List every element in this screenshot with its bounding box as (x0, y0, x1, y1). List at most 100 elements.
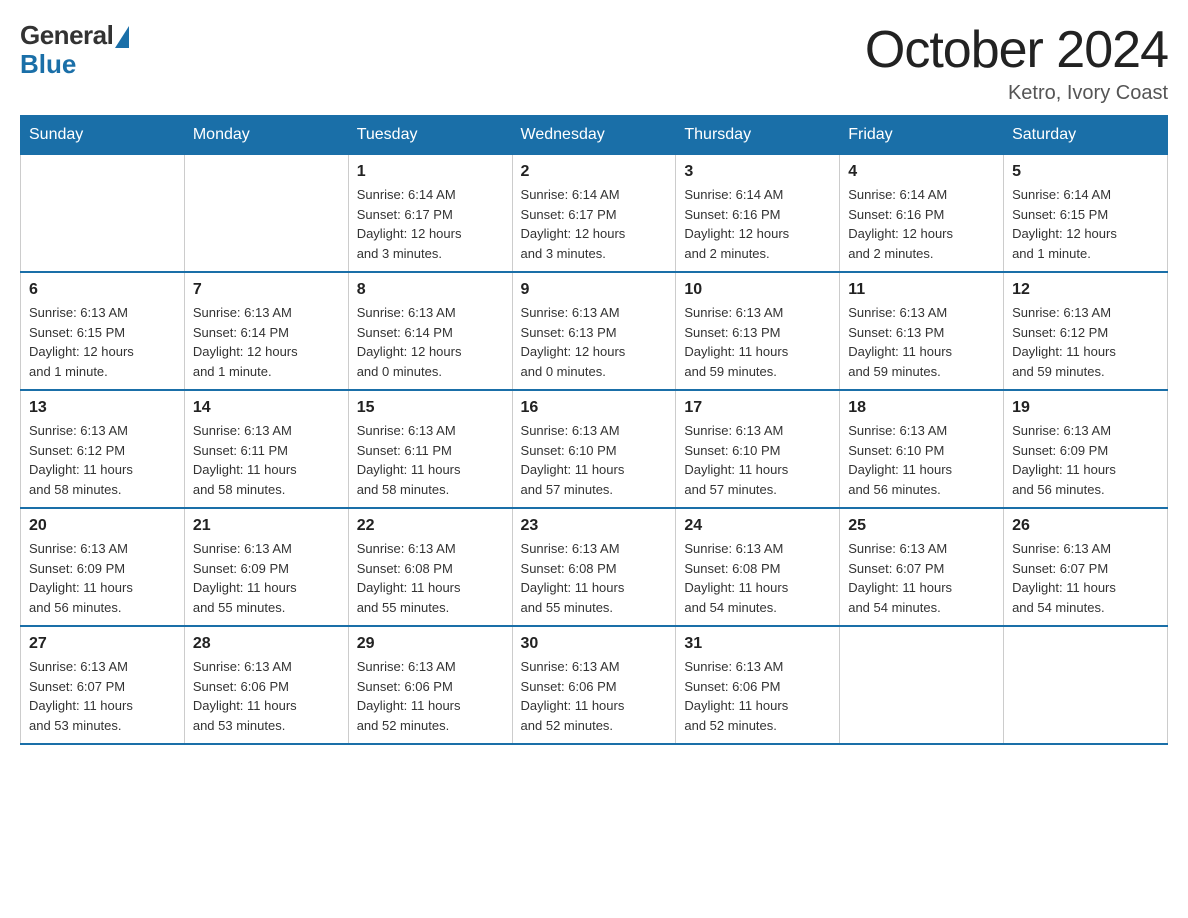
day-info: Sunrise: 6:13 AM Sunset: 6:06 PM Dayligh… (521, 657, 668, 735)
calendar-cell: 3 Sunrise: 6:14 AM Sunset: 6:16 PM Daylig… (676, 155, 840, 273)
calendar-header: SundayMondayTuesdayWednesdayThursdayFrid… (21, 116, 1168, 155)
day-number: 19 (1012, 399, 1159, 417)
day-info: Sunrise: 6:13 AM Sunset: 6:06 PM Dayligh… (684, 657, 831, 735)
calendar-cell: 30 Sunrise: 6:13 AM Sunset: 6:06 PM Dayli… (512, 626, 676, 744)
day-number: 15 (357, 399, 504, 417)
day-number: 8 (357, 281, 504, 299)
calendar-cell: 28 Sunrise: 6:13 AM Sunset: 6:06 PM Dayli… (184, 626, 348, 744)
day-number: 4 (848, 163, 995, 181)
calendar-week-4: 20Sunrise: 6:13 AM Sunset: 6:09 PM Dayli… (21, 508, 1168, 626)
day-info: Sunrise: 6:14 AM Sunset: 6:17 PM Dayligh… (521, 185, 668, 263)
day-info: Sunrise: 6:13 AM Sunset: 6:09 PM Dayligh… (1012, 421, 1159, 499)
day-number: 3 (684, 163, 831, 181)
day-number: 29 (357, 635, 504, 653)
calendar-cell: 11 Sunrise: 6:13 AM Sunset: 6:13 PM Dayli… (840, 272, 1004, 390)
logo-blue-text: Blue (20, 49, 76, 80)
calendar-cell: 19 Sunrise: 6:13 AM Sunset: 6:09 PM Dayli… (1004, 390, 1168, 508)
page-header: General Blue October 2024 Ketro, Ivory C… (20, 20, 1168, 105)
day-info: Sunrise: 6:13 AM Sunset: 6:13 PM Dayligh… (684, 303, 831, 381)
day-info: Sunrise: 6:13 AM Sunset: 6:06 PM Dayligh… (193, 657, 340, 735)
day-info: Sunrise: 6:13 AM Sunset: 6:10 PM Dayligh… (684, 421, 831, 499)
calendar-cell: 5 Sunrise: 6:14 AM Sunset: 6:15 PM Daylig… (1004, 155, 1168, 273)
calendar-cell (840, 626, 1004, 744)
day-info: Sunrise: 6:13 AM Sunset: 6:11 PM Dayligh… (357, 421, 504, 499)
calendar-cell: 31 Sunrise: 6:13 AM Sunset: 6:06 PM Dayli… (676, 626, 840, 744)
calendar-cell: 20Sunrise: 6:13 AM Sunset: 6:09 PM Dayli… (21, 508, 185, 626)
day-info: Sunrise: 6:14 AM Sunset: 6:16 PM Dayligh… (684, 185, 831, 263)
day-info: Sunrise: 6:13 AM Sunset: 6:08 PM Dayligh… (684, 539, 831, 617)
day-info: Sunrise: 6:13 AM Sunset: 6:07 PM Dayligh… (29, 657, 176, 735)
calendar-cell: 16 Sunrise: 6:13 AM Sunset: 6:10 PM Dayli… (512, 390, 676, 508)
day-info: Sunrise: 6:13 AM Sunset: 6:07 PM Dayligh… (1012, 539, 1159, 617)
day-info: Sunrise: 6:13 AM Sunset: 6:11 PM Dayligh… (193, 421, 340, 499)
day-number: 22 (357, 517, 504, 535)
day-number: 23 (521, 517, 668, 535)
calendar-cell: 21 Sunrise: 6:13 AM Sunset: 6:09 PM Dayli… (184, 508, 348, 626)
header-cell-wednesday: Wednesday (512, 116, 676, 155)
calendar-week-2: 6 Sunrise: 6:13 AM Sunset: 6:15 PM Daylig… (21, 272, 1168, 390)
day-number: 1 (357, 163, 504, 181)
day-info: Sunrise: 6:13 AM Sunset: 6:15 PM Dayligh… (29, 303, 176, 381)
day-info: Sunrise: 6:13 AM Sunset: 6:13 PM Dayligh… (521, 303, 668, 381)
calendar-table: SundayMondayTuesdayWednesdayThursdayFrid… (20, 115, 1168, 745)
calendar-week-1: 1 Sunrise: 6:14 AM Sunset: 6:17 PM Daylig… (21, 155, 1168, 273)
day-number: 12 (1012, 281, 1159, 299)
day-info: Sunrise: 6:13 AM Sunset: 6:13 PM Dayligh… (848, 303, 995, 381)
day-number: 25 (848, 517, 995, 535)
day-info: Sunrise: 6:13 AM Sunset: 6:06 PM Dayligh… (357, 657, 504, 735)
day-number: 9 (521, 281, 668, 299)
day-info: Sunrise: 6:13 AM Sunset: 6:09 PM Dayligh… (29, 539, 176, 617)
day-info: Sunrise: 6:13 AM Sunset: 6:12 PM Dayligh… (1012, 303, 1159, 381)
calendar-cell: 2 Sunrise: 6:14 AM Sunset: 6:17 PM Daylig… (512, 155, 676, 273)
day-number: 2 (521, 163, 668, 181)
day-number: 26 (1012, 517, 1159, 535)
logo: General Blue (20, 20, 129, 80)
day-number: 16 (521, 399, 668, 417)
calendar-cell (184, 155, 348, 273)
day-number: 5 (1012, 163, 1159, 181)
day-info: Sunrise: 6:13 AM Sunset: 6:12 PM Dayligh… (29, 421, 176, 499)
day-number: 10 (684, 281, 831, 299)
header-row: SundayMondayTuesdayWednesdayThursdayFrid… (21, 116, 1168, 155)
day-number: 13 (29, 399, 176, 417)
calendar-cell: 13 Sunrise: 6:13 AM Sunset: 6:12 PM Dayli… (21, 390, 185, 508)
day-number: 30 (521, 635, 668, 653)
calendar-week-3: 13 Sunrise: 6:13 AM Sunset: 6:12 PM Dayli… (21, 390, 1168, 508)
day-number: 11 (848, 281, 995, 299)
location-title: Ketro, Ivory Coast (865, 82, 1168, 105)
day-info: Sunrise: 6:13 AM Sunset: 6:09 PM Dayligh… (193, 539, 340, 617)
day-number: 28 (193, 635, 340, 653)
calendar-cell: 14Sunrise: 6:13 AM Sunset: 6:11 PM Dayli… (184, 390, 348, 508)
header-cell-friday: Friday (840, 116, 1004, 155)
header-cell-saturday: Saturday (1004, 116, 1168, 155)
calendar-cell: 1 Sunrise: 6:14 AM Sunset: 6:17 PM Daylig… (348, 155, 512, 273)
calendar-body: 1 Sunrise: 6:14 AM Sunset: 6:17 PM Daylig… (21, 155, 1168, 745)
day-number: 27 (29, 635, 176, 653)
calendar-cell: 27 Sunrise: 6:13 AM Sunset: 6:07 PM Dayli… (21, 626, 185, 744)
calendar-cell: 10 Sunrise: 6:13 AM Sunset: 6:13 PM Dayli… (676, 272, 840, 390)
day-number: 18 (848, 399, 995, 417)
logo-triangle-icon (115, 26, 129, 48)
header-cell-sunday: Sunday (21, 116, 185, 155)
title-block: October 2024 Ketro, Ivory Coast (865, 20, 1168, 105)
day-info: Sunrise: 6:13 AM Sunset: 6:08 PM Dayligh… (521, 539, 668, 617)
calendar-cell: 18 Sunrise: 6:13 AM Sunset: 6:10 PM Dayli… (840, 390, 1004, 508)
calendar-cell: 23 Sunrise: 6:13 AM Sunset: 6:08 PM Dayli… (512, 508, 676, 626)
day-info: Sunrise: 6:14 AM Sunset: 6:17 PM Dayligh… (357, 185, 504, 263)
day-info: Sunrise: 6:14 AM Sunset: 6:15 PM Dayligh… (1012, 185, 1159, 263)
day-number: 21 (193, 517, 340, 535)
day-number: 6 (29, 281, 176, 299)
calendar-cell: 15 Sunrise: 6:13 AM Sunset: 6:11 PM Dayli… (348, 390, 512, 508)
day-info: Sunrise: 6:13 AM Sunset: 6:07 PM Dayligh… (848, 539, 995, 617)
day-number: 31 (684, 635, 831, 653)
calendar-cell: 6 Sunrise: 6:13 AM Sunset: 6:15 PM Daylig… (21, 272, 185, 390)
header-cell-monday: Monday (184, 116, 348, 155)
day-info: Sunrise: 6:13 AM Sunset: 6:08 PM Dayligh… (357, 539, 504, 617)
day-info: Sunrise: 6:13 AM Sunset: 6:10 PM Dayligh… (848, 421, 995, 499)
calendar-cell: 24Sunrise: 6:13 AM Sunset: 6:08 PM Dayli… (676, 508, 840, 626)
calendar-cell (21, 155, 185, 273)
calendar-week-5: 27 Sunrise: 6:13 AM Sunset: 6:07 PM Dayli… (21, 626, 1168, 744)
calendar-cell: 4Sunrise: 6:14 AM Sunset: 6:16 PM Daylig… (840, 155, 1004, 273)
day-info: Sunrise: 6:13 AM Sunset: 6:10 PM Dayligh… (521, 421, 668, 499)
calendar-cell: 25 Sunrise: 6:13 AM Sunset: 6:07 PM Dayli… (840, 508, 1004, 626)
